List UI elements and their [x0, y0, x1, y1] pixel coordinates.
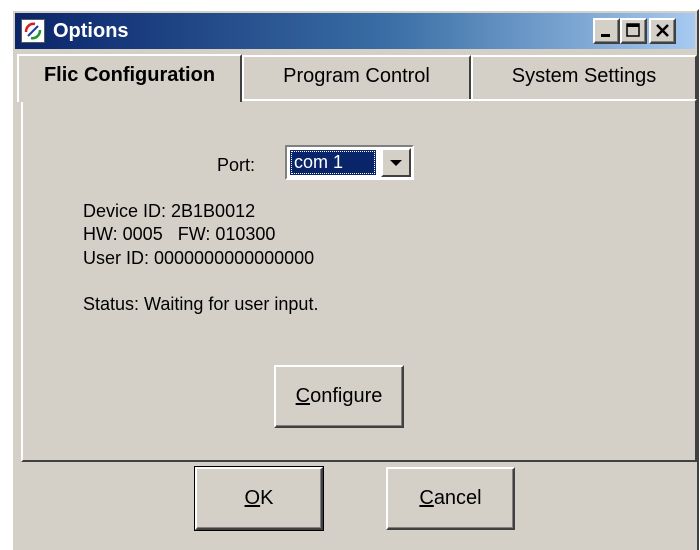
window-title: Options	[53, 20, 129, 42]
app-icon	[21, 19, 45, 43]
tab-flic-configuration[interactable]: Flic Configuration	[17, 54, 242, 102]
tab-label: Program Control	[283, 65, 430, 87]
port-selected-value[interactable]: com 1	[290, 150, 376, 175]
close-icon	[656, 24, 669, 37]
cancel-label: ancel	[433, 487, 482, 509]
tab-label: System Settings	[511, 65, 657, 87]
minimize-icon	[601, 34, 610, 37]
port-dropdown-button[interactable]	[381, 148, 411, 177]
ok-mnemonic: O	[244, 487, 261, 509]
user-id-text: User ID: 0000000000000000	[83, 248, 315, 268]
options-dialog: Options Flic Configuration Program Contr…	[11, 9, 699, 550]
minimize-button[interactable]	[593, 18, 620, 44]
configure-label: onfigure	[310, 385, 383, 407]
status-text: Status: Waiting for user input.	[83, 294, 319, 314]
configure-mnemonic: C	[295, 385, 311, 407]
hw-fw-text: HW: 0005 FW: 010300	[83, 224, 276, 244]
maximize-icon	[626, 23, 640, 37]
ok-button[interactable]: OK	[194, 466, 324, 531]
tab-system-settings[interactable]: System Settings	[471, 55, 697, 99]
flic-configuration-panel: Port: com 1 Device ID: 2B1B0012 HW: 0005…	[21, 99, 697, 462]
cancel-button[interactable]: Cancel	[386, 467, 515, 530]
close-button[interactable]	[649, 18, 676, 44]
cancel-mnemonic: C	[419, 487, 434, 509]
port-select[interactable]: com 1	[285, 145, 414, 180]
tab-program-control[interactable]: Program Control	[242, 55, 471, 99]
maximize-button[interactable]	[620, 18, 647, 44]
tab-label: Flic Configuration	[43, 64, 216, 86]
device-id-text: Device ID: 2B1B0012	[83, 201, 256, 221]
configure-button[interactable]: Configure	[274, 365, 404, 428]
ok-label: K	[260, 487, 274, 509]
port-label: Port:	[217, 155, 256, 175]
dropdown-arrow-icon	[390, 160, 402, 166]
title-bar[interactable]: Options	[15, 13, 695, 49]
